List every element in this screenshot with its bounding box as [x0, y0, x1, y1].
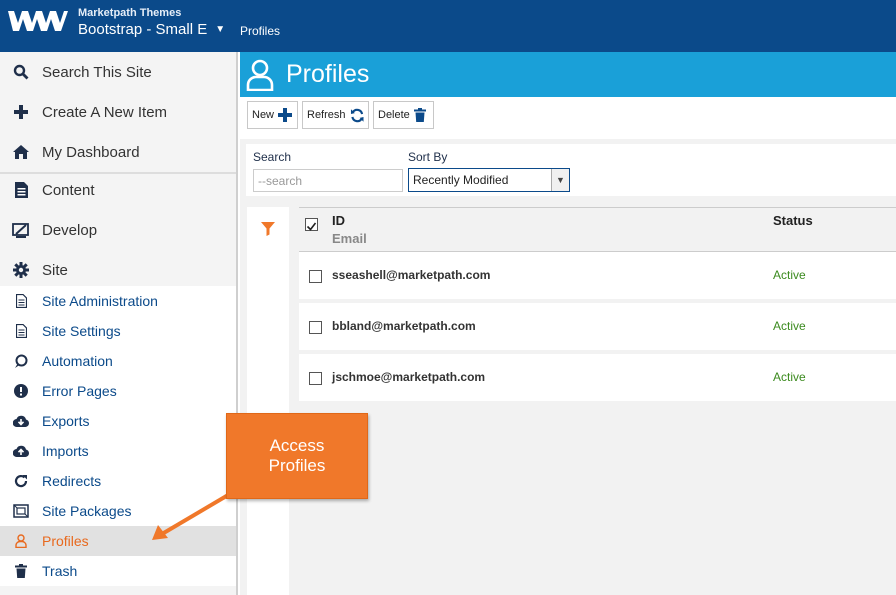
row-status: Active: [773, 319, 806, 333]
refresh-button-label: Refresh: [307, 109, 346, 121]
sidebar-item-label: Site: [42, 261, 68, 279]
sidebar-item-trash[interactable]: Trash: [0, 556, 236, 586]
plus-icon: [0, 105, 42, 119]
refresh-button[interactable]: Refresh: [302, 101, 369, 129]
delete-button-label: Delete: [378, 109, 410, 121]
sidebar-item-develop[interactable]: Develop: [0, 210, 236, 250]
sidebar-item-label: Redirects: [42, 473, 102, 489]
new-button[interactable]: New: [247, 101, 298, 129]
chevron-down-icon: ▼: [215, 24, 226, 35]
row-email[interactable]: sseashell@marketpath.com: [332, 268, 490, 282]
search-panel: Search --search Sort By Recently Modifie…: [246, 144, 896, 196]
marketpath-logo[interactable]: [8, 9, 68, 33]
page-title: Profiles: [286, 60, 370, 88]
column-header-status[interactable]: Status: [773, 213, 813, 228]
trash-icon: [0, 564, 42, 578]
sort-select-value: Recently Modified: [413, 173, 509, 187]
filter-column: [247, 207, 289, 595]
list-header: ID Email Status: [299, 207, 896, 252]
row-checkbox[interactable]: [309, 321, 322, 334]
sidebar-item-label: Develop: [42, 221, 98, 239]
sidebar-item-site-administration[interactable]: Site Administration: [0, 286, 236, 316]
sidebar-item-automation[interactable]: Automation: [0, 346, 236, 376]
column-header-email[interactable]: Email: [332, 231, 367, 246]
row-checkbox[interactable]: [309, 372, 322, 385]
site-selector[interactable]: Bootstrap - Small E ▼: [78, 21, 225, 38]
home-icon: [0, 145, 42, 159]
table-row[interactable]: jschmoe@marketpath.com Active: [299, 354, 896, 401]
sidebar-item-label: Content: [42, 181, 95, 199]
sidebar-item-label: Create A New Item: [42, 103, 168, 121]
user-icon: [0, 534, 42, 548]
check-icon: [306, 222, 317, 231]
sidebar-item-dashboard[interactable]: My Dashboard: [0, 132, 236, 172]
trash-icon: [413, 108, 426, 122]
callout-box: Access Profiles: [226, 413, 368, 499]
document-icon: [0, 294, 42, 308]
package-icon: [0, 504, 42, 518]
row-status: Active: [773, 370, 806, 384]
row-status: Active: [773, 268, 806, 282]
sidebar-item-imports[interactable]: Imports: [0, 436, 236, 466]
sidebar-item-label: Search This Site: [42, 63, 152, 81]
cloud-upload-icon: [0, 445, 42, 458]
sidebar-item-label: Error Pages: [42, 383, 117, 399]
search-label: Search: [253, 150, 292, 164]
site-name: Bootstrap - Small E: [78, 21, 208, 38]
page-title-bar: Profiles: [240, 52, 896, 97]
cloud-download-icon: [0, 415, 42, 428]
new-button-label: New: [252, 109, 275, 121]
sidebar-item-exports[interactable]: Exports: [0, 406, 236, 436]
sidebar-item-search[interactable]: Search This Site: [0, 52, 236, 92]
document-icon: [0, 182, 42, 198]
redirect-icon: [0, 474, 42, 488]
row-checkbox[interactable]: [309, 270, 322, 283]
sidebar-item-label: Exports: [42, 413, 90, 429]
row-email[interactable]: bbland@marketpath.com: [332, 319, 476, 333]
callout-line-1: Access: [269, 436, 325, 455]
table-row[interactable]: sseashell@marketpath.com Active: [299, 252, 896, 299]
org-name: Marketpath Themes: [78, 7, 182, 19]
gear-icon: [0, 262, 42, 278]
top-header: Marketpath Themes Bootstrap - Small E ▼ …: [0, 0, 896, 52]
select-all-checkbox[interactable]: [305, 218, 318, 231]
sidebar-item-label: Imports: [42, 443, 89, 459]
plus-icon: [278, 108, 293, 122]
user-icon: [246, 59, 274, 91]
filter-icon[interactable]: [261, 222, 275, 236]
search-icon: [0, 64, 42, 80]
sidebar-item-label: Site Settings: [42, 323, 121, 339]
row-email[interactable]: jschmoe@marketpath.com: [332, 370, 485, 384]
refresh-icon: [350, 108, 364, 122]
automation-icon: [0, 354, 42, 368]
delete-button[interactable]: Delete: [373, 101, 434, 129]
sidebar-item-site[interactable]: Site: [0, 250, 236, 290]
breadcrumb[interactable]: Profiles: [240, 24, 280, 38]
sidebar-item-error-pages[interactable]: Error Pages: [0, 376, 236, 406]
callout-line-2: Profiles: [268, 456, 326, 475]
table-row[interactable]: bbland@marketpath.com Active: [299, 303, 896, 350]
sort-label: Sort By: [408, 150, 448, 164]
sidebar-item-label: Site Packages: [42, 503, 132, 519]
document-icon: [0, 324, 42, 338]
search-input[interactable]: --search: [253, 169, 403, 192]
sidebar-item-site-settings[interactable]: Site Settings: [0, 316, 236, 346]
exclamation-icon: [0, 384, 42, 398]
sidebar-item-label: Automation: [42, 353, 113, 369]
toolbar: New Refresh Delete: [240, 97, 896, 139]
main-content: Profiles New Refresh Delete Search --sea…: [240, 52, 896, 595]
sidebar-item-label: Profiles: [42, 533, 89, 549]
sidebar-item-content[interactable]: Content: [0, 170, 236, 210]
sidebar-item-label: Trash: [42, 563, 78, 579]
sort-select[interactable]: Recently Modified ▼: [408, 168, 570, 192]
chevron-down-icon: ▼: [551, 169, 569, 191]
column-header-id[interactable]: ID: [332, 213, 345, 228]
sidebar-item-label: My Dashboard: [42, 143, 140, 161]
sidebar-item-label: Site Administration: [42, 293, 158, 309]
sidebar-item-create[interactable]: Create A New Item: [0, 92, 236, 132]
develop-icon: [0, 222, 42, 238]
